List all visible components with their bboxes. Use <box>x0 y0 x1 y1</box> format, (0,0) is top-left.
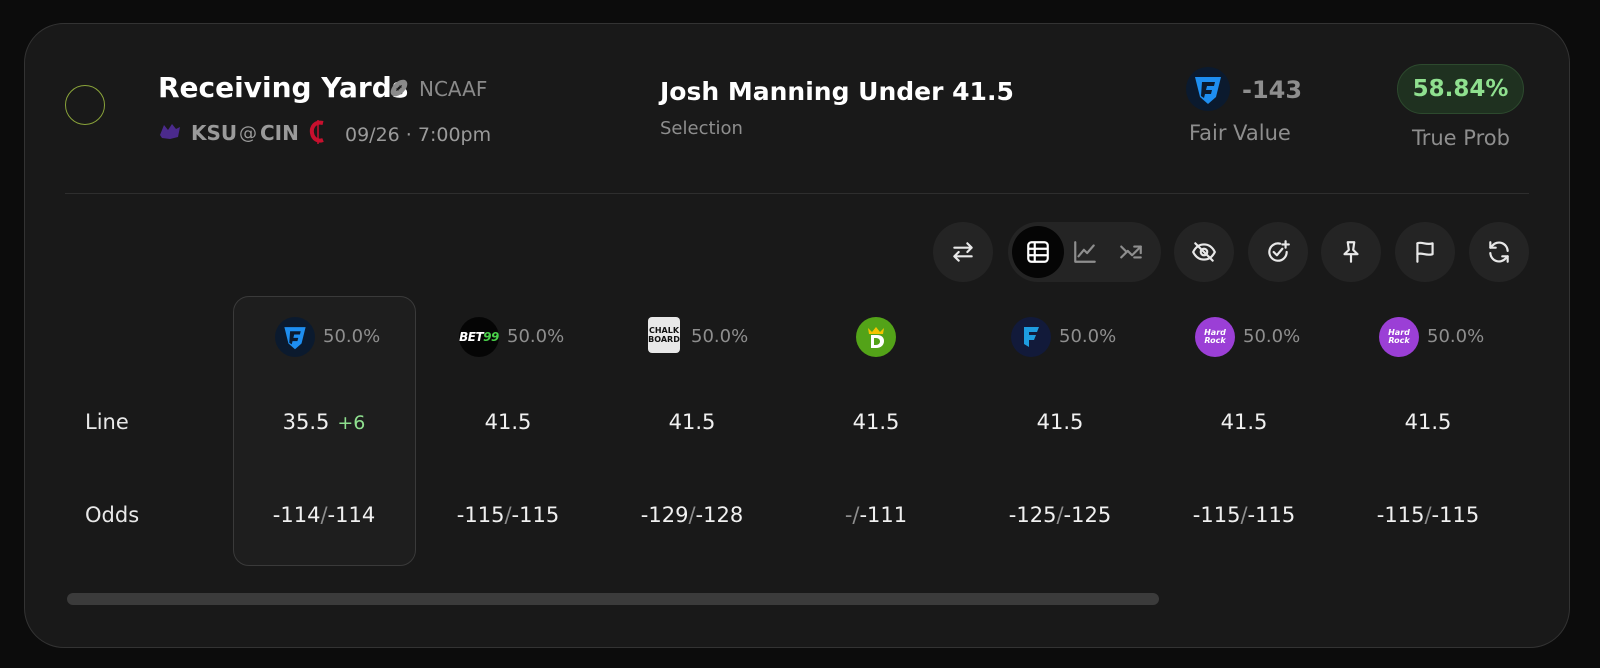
odds-cell[interactable]: -129/-128 <box>617 503 767 527</box>
table-view-button[interactable] <box>1012 226 1064 278</box>
swap-icon <box>953 242 973 262</box>
line-chart-icon <box>1074 241 1096 263</box>
horizontal-scrollbar[interactable] <box>67 593 1159 605</box>
row-label-line: Line <box>85 410 129 434</box>
select-checkbox[interactable] <box>65 85 105 125</box>
league-label: NCAAF <box>419 77 488 101</box>
book-pct: 50.0% <box>507 326 565 347</box>
trend-chart-icon <box>1120 245 1142 259</box>
hardrock-logo: Hard Rock <box>1379 317 1419 357</box>
line-cell[interactable]: 41.5 <box>433 410 583 434</box>
book-pct: 50.0% <box>323 326 381 347</box>
book-pct: 50.0% <box>1059 326 1117 347</box>
hardrock-icon: Hard Rock <box>1388 328 1410 345</box>
refresh-button[interactable] <box>1469 222 1529 282</box>
line-diff: +6 <box>337 412 366 434</box>
market-title: Receiving Yards <box>158 71 409 104</box>
ksu-logo-icon <box>160 124 180 139</box>
away-team: KSU <box>191 121 238 145</box>
fair-value-label: Fair Value <box>1189 121 1291 145</box>
fanatics-logo <box>1011 317 1051 357</box>
book-pct: 50.0% <box>1243 326 1301 347</box>
flag-button[interactable] <box>1395 222 1455 282</box>
swap-button[interactable] <box>933 222 993 282</box>
true-prob-badge: 58.84% <box>1397 64 1524 114</box>
chalkboard-icon: CHALK BOARD <box>648 326 680 344</box>
hardrock-logo: Hard Rock <box>1195 317 1235 357</box>
pin-icon <box>1343 241 1359 263</box>
view-toggle <box>1008 222 1161 282</box>
true-prob-label: True Prob <box>1412 126 1510 150</box>
fanduel-logo <box>275 317 315 357</box>
odds-cell[interactable]: -115/-115 <box>1169 503 1319 527</box>
table-view-icon <box>1027 241 1049 263</box>
cin-logo-icon <box>309 120 324 144</box>
fanduel-icon <box>284 327 306 350</box>
odds-cell[interactable]: -115/-115 <box>433 503 583 527</box>
football-icon <box>390 79 408 97</box>
line-cell[interactable]: 41.5 <box>801 410 951 434</box>
home-team: CIN <box>260 121 299 145</box>
draftkings-icon <box>868 327 884 348</box>
odds-cell[interactable]: -114/-114 <box>249 503 399 527</box>
hide-button[interactable] <box>1174 222 1234 282</box>
fanatics-icon <box>1024 327 1039 347</box>
line-cell[interactable]: 41.5 <box>1353 410 1503 434</box>
divider <box>65 193 1529 194</box>
track-bet-button[interactable] <box>1248 222 1308 282</box>
odds-cell[interactable]: -/-111 <box>801 503 951 527</box>
odds-cell[interactable]: -125/-125 <box>985 503 1135 527</box>
line-chart-button[interactable] <box>1069 236 1101 268</box>
pin-button[interactable] <box>1321 222 1381 282</box>
book-pct: 50.0% <box>691 326 749 347</box>
at-symbol: @ <box>239 123 257 144</box>
line-cell[interactable]: 41.5 <box>1169 410 1319 434</box>
book-pct: 50.0% <box>1427 326 1485 347</box>
draftkings-logo <box>856 317 896 357</box>
row-label-odds: Odds <box>85 503 140 527</box>
line-cell[interactable]: 41.5 <box>985 410 1135 434</box>
game-time: 09/26 · 7:00pm <box>345 124 492 146</box>
selection-label: Selection <box>660 118 743 139</box>
chalkboard-logo: CHALK BOARD <box>648 317 680 353</box>
hardrock-icon: Hard Rock <box>1204 328 1226 345</box>
hide-icon <box>1192 242 1216 262</box>
selection-title: Josh Manning Under 41.5 <box>660 77 1014 106</box>
check-add-icon <box>1268 240 1290 262</box>
flag-icon <box>1416 241 1434 263</box>
line-cell[interactable]: 41.5 <box>617 410 767 434</box>
bet99-logo: BET99 <box>459 317 499 357</box>
trend-chart-button[interactable] <box>1115 236 1147 268</box>
fair-value-odds: -143 <box>1242 76 1303 104</box>
odds-cell[interactable]: -115/-115 <box>1353 503 1503 527</box>
refresh-icon <box>1489 241 1509 263</box>
bet99-icon: BET99 <box>459 330 499 344</box>
line-cell[interactable]: 35.5 +6 <box>249 410 399 434</box>
fanduel-logo-icon <box>1186 67 1230 111</box>
